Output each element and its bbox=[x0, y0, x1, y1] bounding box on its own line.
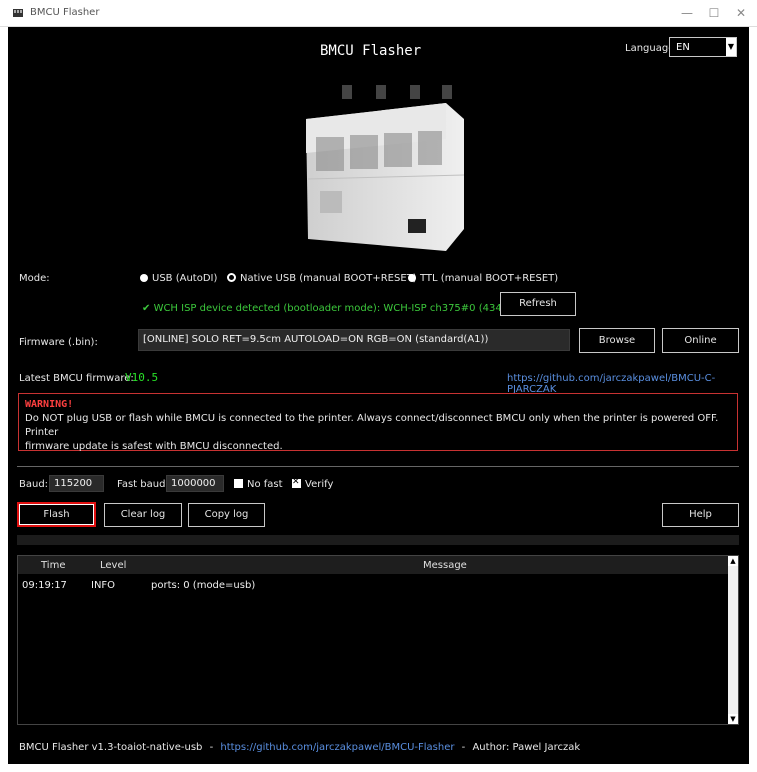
firmware-path-field[interactable]: [ONLINE] SOLO RET=9.5cm AUTOLOAD=ON RGB=… bbox=[138, 329, 570, 351]
window-titlebar: BMCU Flasher — ☐ ✕ bbox=[0, 0, 757, 27]
close-button[interactable]: ✕ bbox=[727, 4, 755, 22]
app-content: BMCU Flasher Language: EN ▼ Mode: USB (A… bbox=[8, 27, 749, 764]
mode-option-label: TTL (manual BOOT+RESET) bbox=[420, 273, 559, 284]
clear-log-button[interactable]: Clear log bbox=[104, 503, 182, 527]
footer-repo-link[interactable]: https://github.com/jarczakpawel/BMCU-Fla… bbox=[220, 742, 454, 753]
fast-baud-input[interactable]: 1000000 bbox=[166, 475, 224, 492]
device-status: ✔ WCH ISP device detected (bootloader mo… bbox=[142, 303, 541, 314]
flash-button[interactable]: Flash bbox=[17, 502, 96, 527]
device-status-text: WCH ISP device detected (bootloader mode… bbox=[153, 303, 541, 314]
app-icon bbox=[13, 9, 23, 17]
window-title: BMCU Flasher bbox=[30, 7, 100, 18]
no-fast-label: No fast bbox=[247, 479, 283, 490]
minimize-button[interactable]: — bbox=[673, 4, 701, 22]
radio-icon bbox=[408, 274, 416, 282]
log-message: ports: 0 (mode=usb) bbox=[151, 580, 256, 591]
mode-option-ttl[interactable]: TTL (manual BOOT+RESET) bbox=[408, 273, 558, 284]
checkbox-checked-icon bbox=[292, 477, 301, 488]
warning-title: WARNING! bbox=[25, 399, 74, 410]
checkmark-icon: ✔ bbox=[142, 303, 154, 314]
fast-baud-label: Fast baud: bbox=[117, 479, 169, 490]
progress-bar bbox=[17, 535, 739, 545]
separator bbox=[17, 466, 739, 467]
log-header: Time Level Message bbox=[18, 556, 728, 574]
warning-box: WARNING! Do NOT plug USB or flash while … bbox=[18, 393, 738, 454]
warning-text: Do NOT plug USB or flash while BMCU is c… bbox=[25, 412, 731, 454]
verify-label: Verify bbox=[305, 479, 334, 490]
language-select[interactable]: EN ▼ bbox=[669, 37, 737, 57]
col-level: Level bbox=[100, 560, 127, 571]
mode-option-usb-autodi[interactable]: USB (AutoDI) bbox=[140, 273, 217, 284]
radio-selected-icon bbox=[227, 273, 236, 282]
copy-log-button[interactable]: Copy log bbox=[188, 503, 265, 527]
log-table[interactable]: Time Level Message 09:19:17 INFO ports: … bbox=[17, 555, 739, 725]
mode-label: Mode: bbox=[19, 273, 50, 284]
chevron-down-icon: ▼ bbox=[726, 38, 736, 56]
checkbox-icon bbox=[234, 479, 243, 488]
firmware-repo-link[interactable]: https://github.com/jarczakpawel/BMCU-C-P… bbox=[507, 373, 749, 395]
baud-input[interactable]: 115200 bbox=[49, 475, 104, 492]
col-time: Time bbox=[41, 560, 66, 571]
footer-version: BMCU Flasher v1.3-toaiot-native-usb bbox=[19, 742, 203, 753]
log-level: INFO bbox=[91, 580, 116, 591]
no-fast-checkbox[interactable]: No fast bbox=[234, 479, 283, 490]
latest-firmware-label: Latest BMCU firmware: bbox=[19, 373, 134, 384]
footer-author: Author: Pawel Jarczak bbox=[472, 742, 581, 753]
radio-icon bbox=[140, 274, 148, 282]
help-button[interactable]: Help bbox=[662, 503, 739, 527]
firmware-label: Firmware (.bin): bbox=[19, 337, 98, 348]
baud-label: Baud: bbox=[19, 479, 49, 490]
footer-separator: - bbox=[461, 742, 466, 753]
log-time: 09:19:17 bbox=[22, 580, 67, 591]
mode-option-label: USB (AutoDI) bbox=[152, 273, 218, 284]
maximize-button[interactable]: ☐ bbox=[700, 4, 728, 22]
online-button[interactable]: Online bbox=[662, 328, 739, 353]
warning-line: Do NOT plug USB or flash while BMCU is c… bbox=[25, 413, 719, 438]
language-value: EN bbox=[676, 42, 690, 53]
col-message: Message bbox=[423, 560, 467, 571]
browse-button[interactable]: Browse bbox=[579, 328, 655, 353]
warning-line: firmware update is safest with BMCU disc… bbox=[25, 441, 283, 452]
scroll-down-icon[interactable]: ▼ bbox=[728, 714, 738, 724]
footer: BMCU Flasher v1.3-toaiot-native-usb - ht… bbox=[19, 742, 580, 753]
refresh-button[interactable]: Refresh bbox=[500, 292, 576, 316]
mode-option-native-usb[interactable]: Native USB (manual BOOT+RESET) bbox=[227, 273, 417, 284]
page-title: BMCU Flasher bbox=[320, 43, 422, 59]
scroll-up-icon[interactable]: ▲ bbox=[728, 556, 738, 566]
latest-firmware-version: V10.5 bbox=[125, 371, 159, 384]
footer-separator: - bbox=[209, 742, 214, 753]
mode-option-label: Native USB (manual BOOT+RESET) bbox=[240, 273, 417, 284]
log-scrollbar[interactable]: ▲ ▼ bbox=[728, 556, 738, 724]
verify-checkbox[interactable]: Verify bbox=[292, 477, 334, 490]
bmcu-device-image bbox=[306, 85, 465, 251]
